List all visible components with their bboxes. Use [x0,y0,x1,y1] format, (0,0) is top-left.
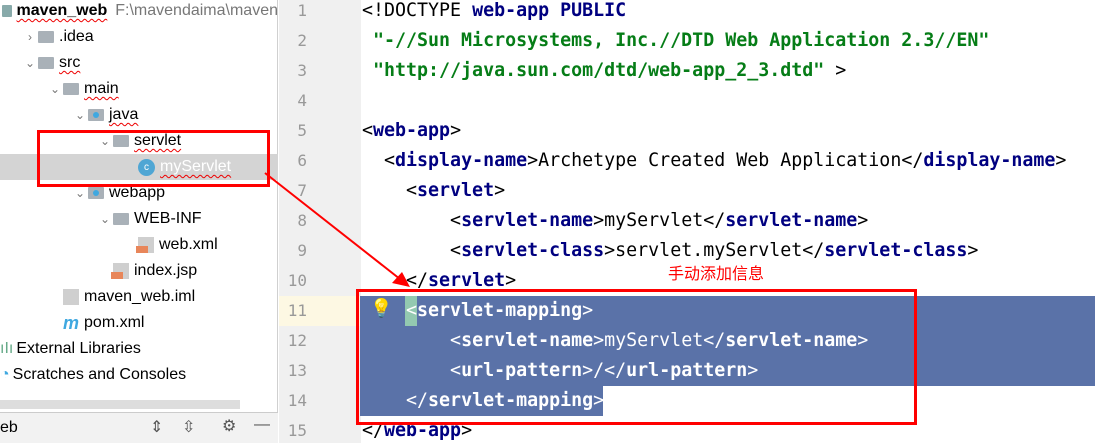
annotation-note: 手动添加信息 [668,266,765,283]
code-highlight-box [356,289,917,425]
